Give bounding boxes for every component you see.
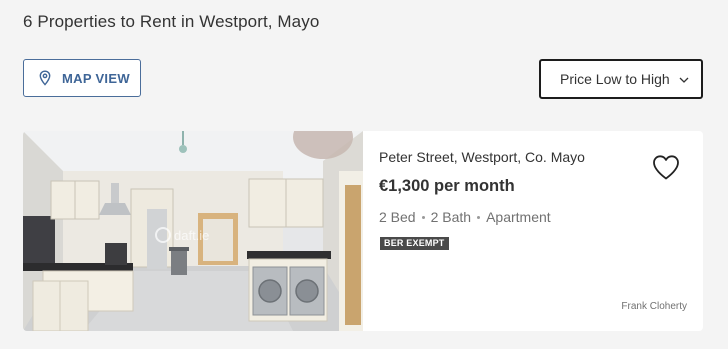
heart-icon[interactable] [651,153,681,181]
map-view-button[interactable]: MAP VIEW [23,59,141,97]
listing-meta: 2 Bed 2 Bath Apartment [379,209,551,225]
agent-name: Frank Cloherty [621,301,687,312]
listing-photo[interactable]: daft.ie [23,131,363,331]
chevron-down-icon [678,73,690,85]
listing-beds: 2 Bed [379,209,416,225]
location-pin-icon [37,70,53,86]
page-title: 6 Properties to Rent in Westport, Mayo [23,12,320,31]
sort-value: Price Low to High [560,71,670,87]
map-view-label: MAP VIEW [62,70,130,86]
photo-watermark: daft.ie [174,228,209,243]
listing-price: €1,300 per month [379,177,515,195]
sort-dropdown[interactable]: Price Low to High [539,59,703,99]
listing-address[interactable]: Peter Street, Westport, Co. Mayo [379,149,585,165]
listing-card[interactable]: daft.ie Peter Street, Westport, Co. Mayo… [23,131,703,331]
ber-badge: BER EXEMPT [380,237,449,250]
listing-baths: 2 Bath [430,209,472,225]
separator-dot [421,215,425,219]
separator-dot [477,215,481,219]
listing-property-type: Apartment [486,209,551,225]
